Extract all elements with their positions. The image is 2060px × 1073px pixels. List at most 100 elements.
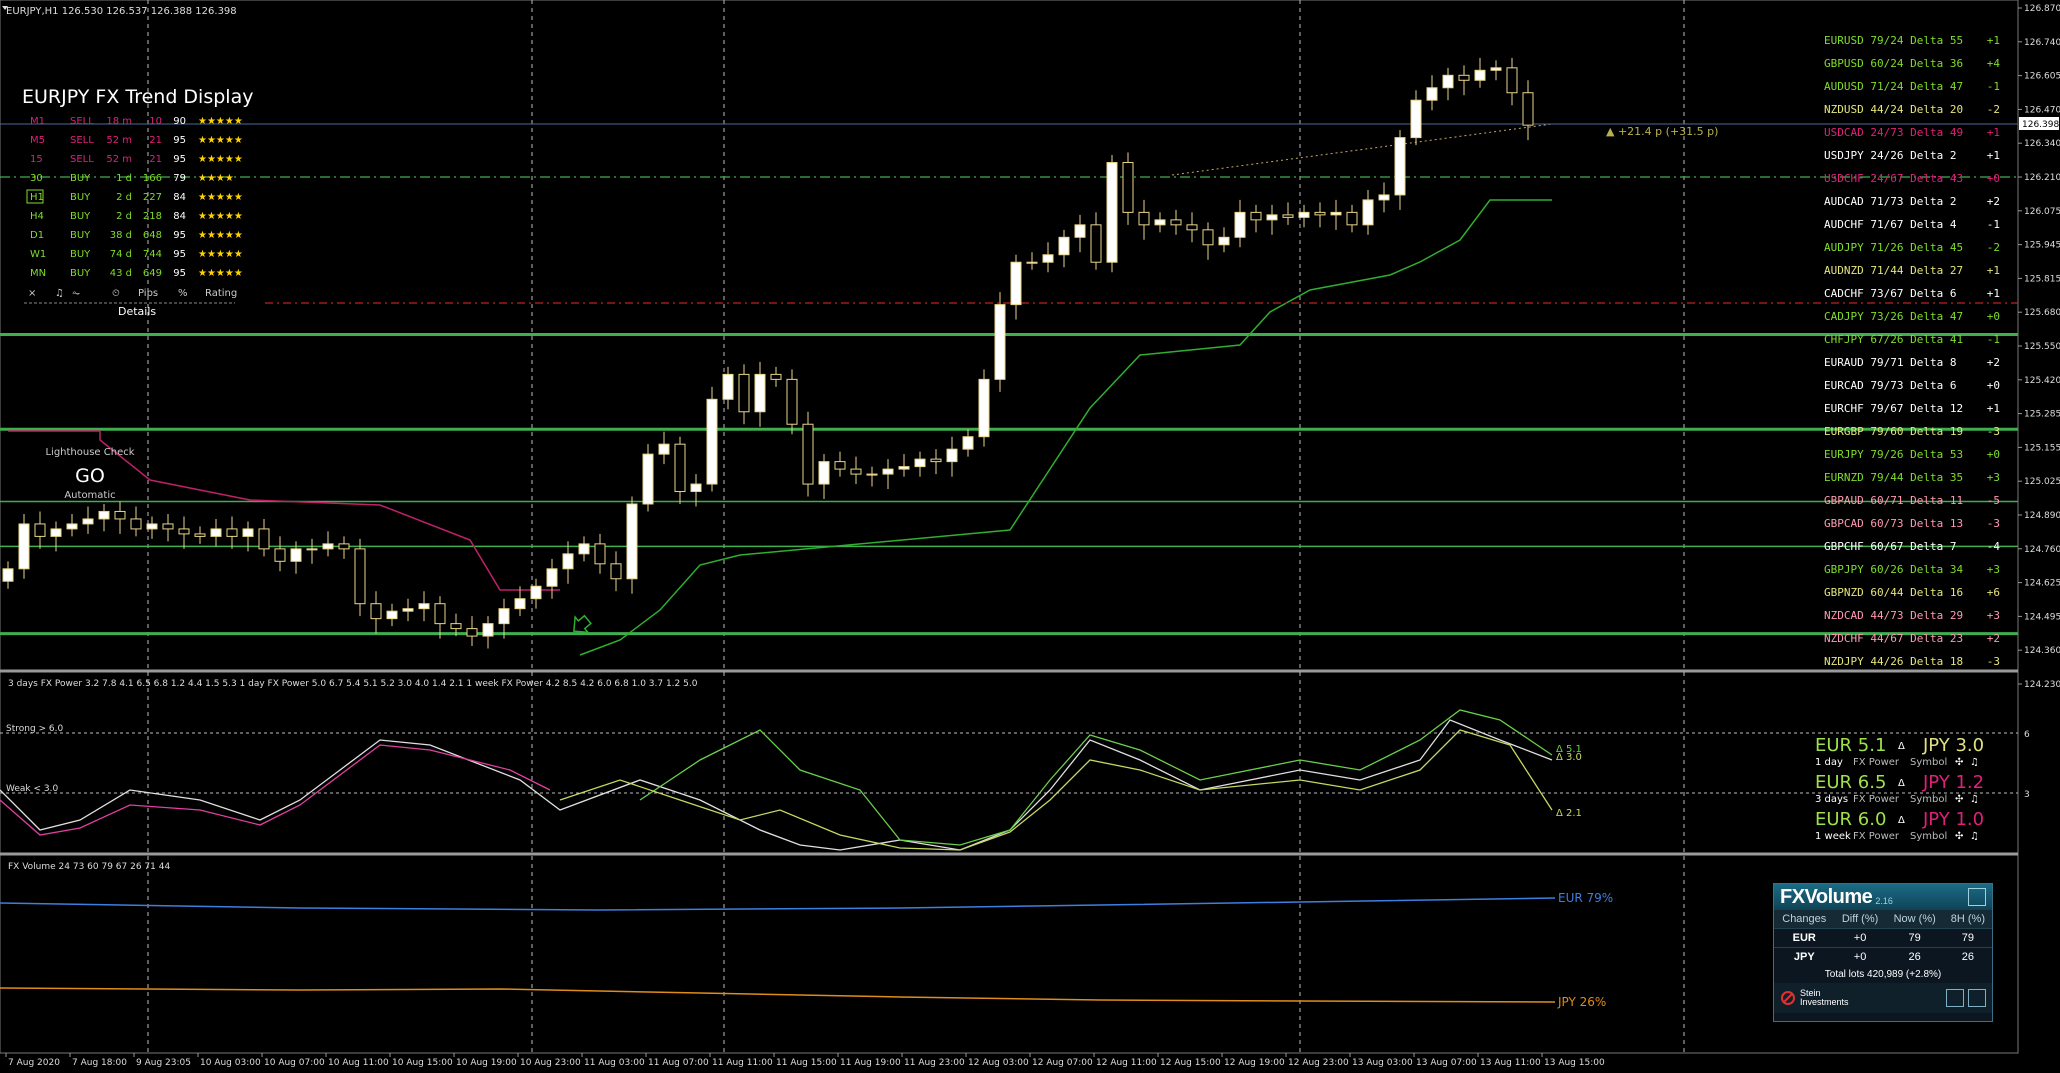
candle-body (1170, 219, 1182, 226)
pair-strength: AUDJPY 71/26 Delta 45 (1824, 241, 1963, 254)
fx-volume-logo: FXVolume (1780, 885, 1873, 908)
period-label: 1 day (1815, 757, 1843, 768)
signal-label: SELL (70, 135, 94, 146)
bar-chart-icon[interactable] (1968, 888, 1986, 906)
fx-volume-table: Changes Diff (%) Now (%) 8H (%) EUR +0 7… (1774, 910, 1992, 966)
time-tick-label: 11 Aug 11:00 (712, 1058, 773, 1068)
pair-delta: +0 (1987, 172, 2000, 185)
pips-label: 10 (149, 116, 162, 127)
symbol-label: Symbol (1910, 831, 1947, 842)
candle-body (1138, 211, 1150, 226)
candle-body (914, 458, 926, 468)
pair-strength: AUDUSD 71/24 Delta 47 (1824, 80, 1963, 93)
move-icon: ✣ (1955, 831, 1963, 842)
line-chart-icon[interactable] (1946, 989, 1964, 1007)
pair-delta: +1 (1987, 264, 2000, 277)
candle-body (482, 623, 494, 637)
candle-body (1234, 211, 1246, 238)
percent-label: 79 (173, 173, 186, 184)
clock-icon: ⏲ (112, 288, 120, 299)
signal-label: BUY (70, 268, 91, 279)
price-tick-label: 126.340 (2024, 139, 2060, 149)
timeframe-label: H4 (30, 211, 44, 222)
signal-label: BUY (70, 211, 91, 222)
price-tick-label: 124.495 (2024, 612, 2060, 622)
percent-label: 95 (173, 154, 186, 165)
pair-strength: USDJPY 24/26 Delta 2 (1824, 149, 1956, 162)
pair-strength: EURJPY 79/26 Delta 53 (1824, 448, 1963, 461)
pair-delta: -2 (1987, 241, 2000, 254)
candle-body (418, 603, 430, 610)
power-axis-6: 6 (2024, 730, 2030, 740)
candle-body (258, 528, 270, 550)
jpy-power-value: JPY 3.0 (1922, 735, 1984, 756)
price-tick-label: 124.360 (2024, 646, 2060, 656)
candle-body (1250, 211, 1262, 221)
pair-strength: AUDCAD 71/73 Delta 2 (1824, 195, 1956, 208)
candle-body (866, 473, 878, 476)
candle-body (1026, 261, 1038, 264)
jpy-power-value: JPY 1.0 (1922, 809, 1984, 830)
pair-delta: +2 (1987, 356, 2000, 369)
candle-body (978, 378, 990, 438)
age-label: 74 d (110, 249, 132, 260)
candle-body (530, 585, 542, 600)
candle-body (194, 533, 206, 537)
lighthouse-status[interactable]: GO (75, 465, 105, 487)
pair-delta: +0 (1987, 379, 2000, 392)
fx-volume-version: 2.16 (1875, 896, 1893, 906)
sound-icon[interactable]: ♫ (55, 288, 64, 299)
candle-body (1266, 214, 1278, 221)
candle-body (1154, 219, 1166, 226)
details-button[interactable]: Details (118, 305, 156, 318)
price-tick-label: 125.550 (2024, 342, 2060, 352)
candle-body (562, 553, 574, 570)
rating-stars: ★★★★★ (198, 249, 243, 260)
pair-delta: +1 (1987, 126, 2000, 139)
rating-header: Rating (205, 288, 237, 299)
pair-strength: NZDCAD 44/73 Delta 29 (1824, 609, 1963, 622)
candle-body (1362, 199, 1374, 226)
pair-delta: +6 (1987, 586, 2000, 599)
age-label: 1 d (116, 173, 132, 184)
stein-logo-icon (1781, 991, 1795, 1005)
pair-strength: NZDJPY 44/26 Delta 18 (1824, 655, 1963, 668)
rating-stars: ★★★★★ (198, 192, 243, 203)
period-label: 3 days (1815, 794, 1848, 805)
pair-strength: NZDUSD 44/24 Delta 20 (1824, 103, 1963, 116)
weak-label: Weak < 3.0 (6, 784, 58, 794)
candle-body (850, 468, 862, 475)
pair-strength: CHFJPY 67/26 Delta 41 (1824, 333, 1963, 346)
pair-delta: +2 (1987, 632, 2000, 645)
time-tick-label: 10 Aug 19:00 (456, 1058, 517, 1068)
timeframe-label: D1 (30, 230, 44, 241)
close-icon[interactable]: × (28, 288, 36, 299)
candle-body (306, 548, 318, 551)
candle-body (370, 603, 382, 620)
delta-symbol: Δ (1898, 815, 1905, 826)
candle-body (1330, 211, 1342, 216)
signal-label: SELL (70, 154, 94, 165)
fx-volume-widget[interactable]: FXVolume 2.16 Changes Diff (%) Now (%) 8… (1773, 883, 1993, 1022)
candle-body (786, 378, 798, 425)
candle-body (18, 523, 30, 570)
candle-body (1010, 261, 1022, 306)
candle-body (1122, 162, 1134, 213)
graph-icon[interactable]: ⏦ (72, 288, 80, 299)
pair-strength: EURAUD 79/71 Delta 8 (1824, 356, 1956, 369)
price-tick-label: 125.420 (2024, 376, 2060, 386)
candle-body (50, 528, 62, 537)
chart-frame (0, 0, 2019, 1054)
trading-chart[interactable]: EURJPY,H1 126.530 126.537 126.388 126.39… (0, 0, 2060, 1073)
table-icon[interactable] (1968, 989, 1986, 1007)
diff-cell: +0 (1834, 947, 1886, 966)
candle-body (1442, 74, 1454, 89)
candle-body (1522, 92, 1534, 126)
candle-body (2, 568, 14, 582)
pips-label: 21 (149, 135, 162, 146)
timeframe-label: W1 (30, 249, 46, 260)
timeframe-label: 15 (30, 154, 43, 165)
timeframe-label: M5 (30, 135, 45, 146)
price-axis: 126.870 126.740 126.605 126.470 126.340 126.2… (2018, 4, 2060, 690)
rating-stars: ★★★★★ (198, 268, 243, 279)
